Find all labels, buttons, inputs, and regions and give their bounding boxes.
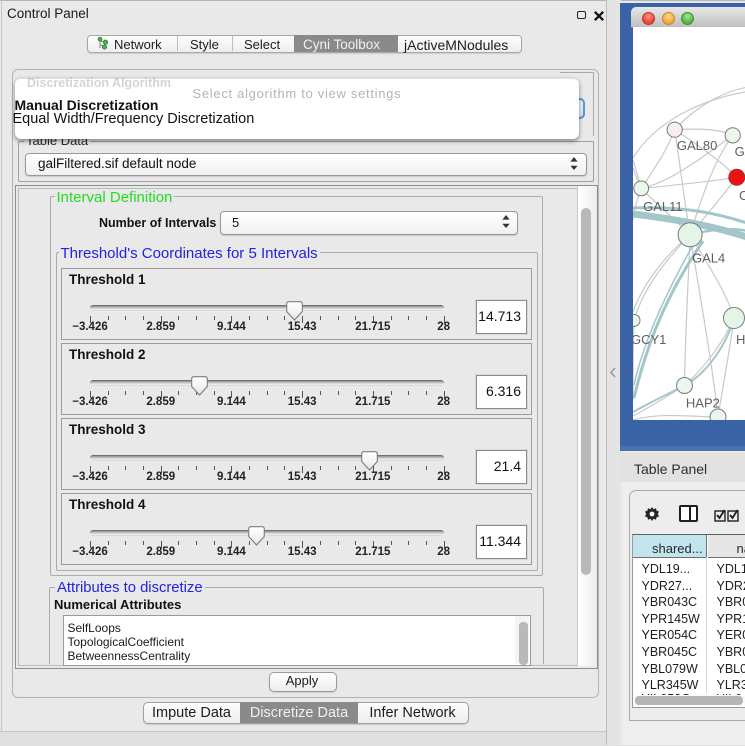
svg-text:C: C (739, 188, 745, 203)
svg-text:HAP2: HAP2 (686, 396, 720, 411)
svg-text:GAL11: GAL11 (643, 199, 683, 214)
svg-text:GAL4: GAL4 (692, 251, 725, 266)
svg-text:GCY1: GCY1 (633, 332, 666, 347)
svg-text:H: H (736, 332, 745, 347)
svg-text:GA: GA (735, 144, 745, 159)
svg-text:GAL80: GAL80 (677, 138, 717, 153)
